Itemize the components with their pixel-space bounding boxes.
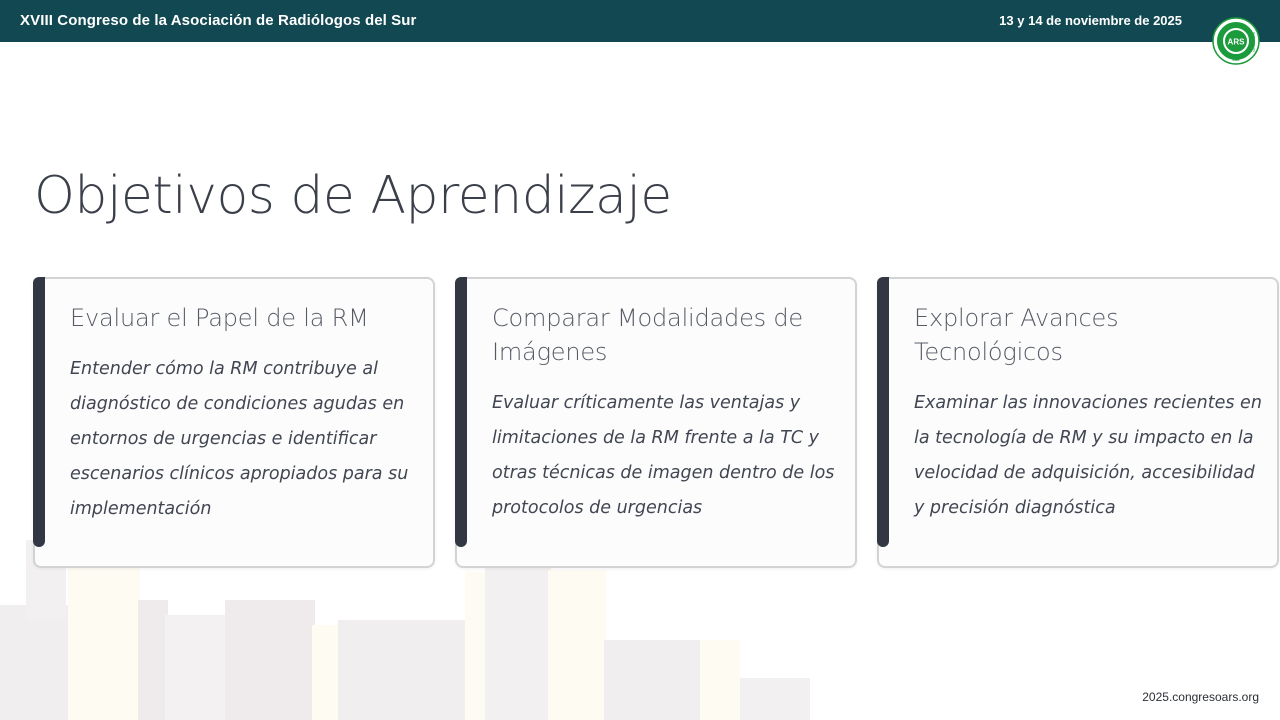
footer-website-link[interactable]: 2025.congresoars.org	[1142, 690, 1259, 704]
congress-title: XVIII Congreso de la Asociación de Radió…	[20, 11, 417, 29]
logo-ring-top: ASOCIACION	[1227, 24, 1246, 28]
page-title: Objetivos de Aprendizaje	[34, 166, 672, 226]
objective-card-comparar: Comparar Modalidades de Imágenes Evaluar…	[455, 277, 857, 568]
slide: XVIII Congreso de la Asociación de Radió…	[0, 0, 1280, 720]
card-title: Comparar Modalidades de Imágenes	[492, 304, 803, 366]
ars-logo: ARS ASOCIACION RADIOLOGOS SUR	[1212, 17, 1260, 65]
card-accent-bar	[877, 277, 889, 547]
card-accent-bar	[455, 277, 467, 547]
logo-abbr: ARS	[1228, 38, 1246, 47]
card-description: Evaluar críticamente las ventajas y limi…	[492, 393, 835, 518]
card-description: Entender cómo la RM contribuye al diagnó…	[70, 359, 409, 519]
objective-card-explorar: Explorar Avances Tecnológicos Examinar l…	[877, 277, 1279, 568]
event-date: 13 y 14 de noviembre de 2025	[999, 12, 1182, 28]
card-accent-bar	[33, 277, 45, 547]
logo-ring-right: RADIOLOGOS	[1252, 32, 1256, 52]
card-title: Explorar Avances Tecnológicos	[914, 304, 1119, 366]
card-description: Examinar las innovaciones recientes en l…	[914, 393, 1262, 518]
card-title: Evaluar el Papel de la RM	[70, 304, 369, 332]
objective-card-evaluar: Evaluar el Papel de la RM Entender cómo …	[33, 277, 435, 568]
logo-ring-bottom: SUR	[1232, 58, 1240, 62]
header-bar: XVIII Congreso de la Asociación de Radió…	[0, 0, 1280, 42]
